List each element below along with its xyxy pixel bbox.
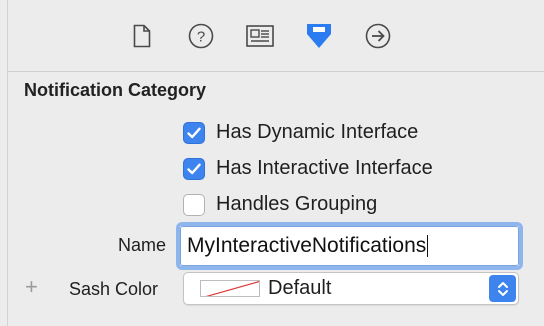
has-dynamic-interface-option[interactable]: Has Dynamic Interface — [183, 121, 418, 144]
quick-help-icon[interactable]: ? — [186, 21, 216, 51]
checkmark-icon — [187, 163, 201, 174]
attributes-inspector-icon[interactable] — [304, 21, 334, 51]
has-dynamic-interface-checkbox[interactable] — [183, 121, 205, 144]
has-interactive-interface-option[interactable]: Has Interactive Interface — [183, 157, 433, 180]
checkmark-icon — [187, 127, 201, 138]
attributes-inspector-panel: ? Notification Category Has Dynamic Inte… — [0, 0, 544, 326]
handles-grouping-label: Handles Grouping — [216, 193, 378, 215]
name-input-value: MyInteractiveNotifications — [187, 234, 427, 257]
has-interactive-interface-label: Has Interactive Interface — [216, 157, 433, 179]
section-title: Notification Category — [24, 80, 207, 100]
connections-inspector-icon[interactable] — [363, 21, 393, 51]
name-label: Name — [118, 235, 167, 255]
has-interactive-interface-checkbox[interactable] — [183, 157, 205, 180]
file-inspector-icon[interactable] — [127, 21, 157, 51]
svg-text:?: ? — [197, 28, 205, 45]
has-dynamic-interface-label: Has Dynamic Interface — [216, 121, 419, 143]
popup-chevron-icon[interactable] — [489, 275, 516, 302]
inspector-toolbar: ? — [8, 0, 544, 72]
sash-color-label: Sash Color — [69, 279, 159, 299]
name-input[interactable]: MyInteractiveNotifications — [176, 222, 523, 270]
sash-color-popup[interactable]: Default — [183, 272, 519, 305]
text-caret — [427, 235, 429, 257]
color-swatch-default — [200, 280, 260, 297]
handles-grouping-option[interactable]: Handles Grouping — [183, 193, 377, 216]
handles-grouping-checkbox[interactable] — [183, 193, 205, 216]
sash-color-value: Default — [268, 277, 332, 299]
identity-inspector-icon[interactable] — [245, 21, 275, 51]
add-variation-button[interactable]: + — [25, 274, 38, 300]
